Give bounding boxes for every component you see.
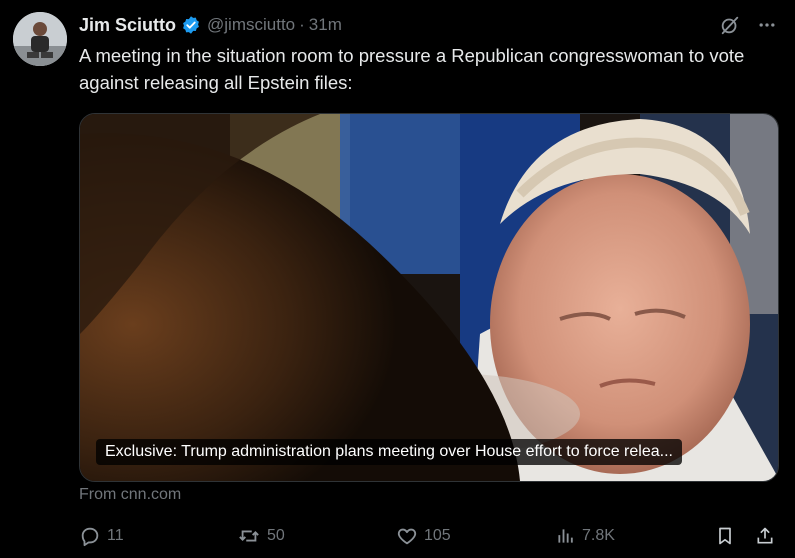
author-avatar[interactable] [13, 12, 67, 66]
post-actions-bar: 11 50 105 7.8K [79, 522, 779, 550]
like-count: 105 [424, 527, 451, 544]
avatar-image [13, 12, 67, 66]
post-timestamp[interactable]: 31m [309, 15, 342, 35]
repost-icon [237, 525, 261, 547]
verified-badge-icon[interactable] [181, 15, 201, 35]
card-source[interactable]: From cnn.com [79, 486, 181, 504]
heart-icon [396, 525, 418, 547]
reply-count: 11 [107, 527, 124, 544]
card-headline[interactable]: Exclusive: Trump administration plans me… [96, 439, 682, 465]
views-icon [556, 525, 576, 547]
view-count: 7.8K [582, 527, 615, 544]
separator-dot: · [299, 15, 305, 34]
author-handle[interactable]: @jimsciutto [207, 15, 295, 35]
grok-icon[interactable] [719, 14, 741, 36]
like-button[interactable]: 105 [396, 522, 451, 550]
reply-icon [79, 525, 101, 547]
post-top-actions [719, 14, 777, 36]
reply-button[interactable]: 11 [79, 522, 124, 550]
card-image [80, 114, 778, 481]
post-header: Jim Sciutto @jimsciutto · 31m [79, 13, 342, 37]
share-button[interactable] [755, 522, 775, 550]
link-card[interactable]: Exclusive: Trump administration plans me… [79, 113, 779, 482]
more-icon[interactable] [757, 15, 777, 35]
post-text: A meeting in the situation room to press… [79, 45, 745, 93]
repost-button[interactable]: 50 [237, 522, 285, 550]
share-icon [755, 525, 775, 547]
views-button[interactable]: 7.8K [556, 522, 615, 550]
author-name[interactable]: Jim Sciutto [79, 15, 176, 36]
bookmark-icon [715, 525, 735, 547]
repost-count: 50 [267, 527, 285, 544]
bookmark-button[interactable] [715, 522, 735, 550]
